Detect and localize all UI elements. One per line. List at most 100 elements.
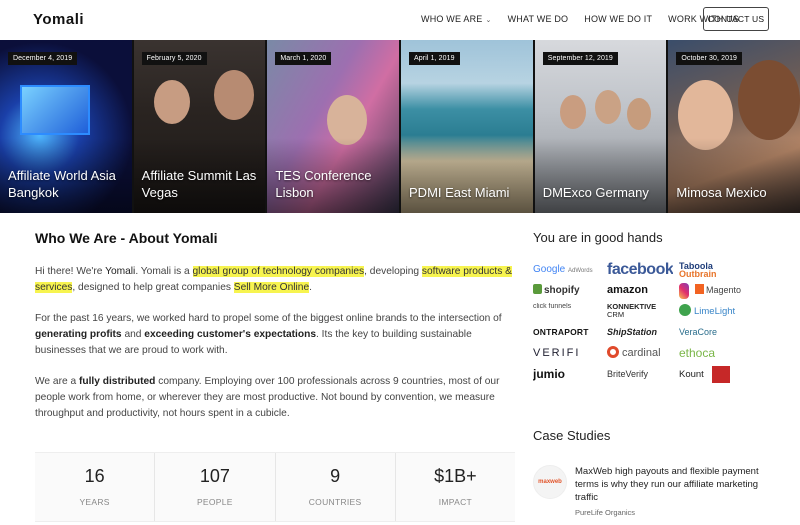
magento-logo: Magento [694,282,741,299]
case-study-text: MaxWeb high payouts and flexible payment… [575,466,759,503]
nav-what-we-do[interactable]: WHAT WE DO [508,14,569,24]
contact-us-button[interactable]: CONTACT US [703,7,769,31]
event-title: DMExco Germany [542,185,649,200]
event-title: TES Conference Lisbon [275,168,372,200]
shopify-logo: shopify [533,282,601,299]
event-date: February 5, 2020 [141,52,207,65]
stat-label: PEOPLE [196,497,233,507]
limelight-icon [679,304,691,316]
cardinal-logo: cardinal [607,345,673,362]
stats-bar: 16 YEARS 107 PEOPLE 9 COUNTRIES $1B+ IMP… [35,452,515,522]
event-date: September 12, 2019 [542,52,618,65]
clickfunnels-logo: click funnels [533,303,572,310]
nav-how-we-do-it[interactable]: HOW WE DO IT [584,14,652,24]
event-card[interactable]: December 4, 2019 Affiliate World Asia Ba… [0,40,132,213]
text-span: and [121,329,145,340]
brand-name: LimeLight [694,306,736,317]
brand-name: Google [533,264,566,275]
stat-label: YEARS [79,497,110,507]
verifi-logo: VERIFI [533,347,581,359]
distributed-paragraph: We are a fully distributed company. Empl… [35,374,515,422]
brand-name: Outbrain [679,269,717,279]
event-card[interactable]: April 1, 2019 PDMI East Miami [401,40,533,213]
text-span: . [309,282,312,293]
event-date: October 30, 2019 [676,52,743,65]
text-span: , developing [364,266,422,277]
stat-value: $1B+ [434,466,477,486]
intro-paragraph: Hi there! We're Yomali. Yomali is a glob… [35,264,515,296]
text-span: , designed to help great companies [72,282,234,293]
brand-name: Kount [679,369,704,380]
yomali-logo[interactable]: Yomali [33,11,84,28]
brand-sub: CRM [607,310,625,319]
text-span: We are a [35,376,79,387]
limelight-logo: LimeLight [679,303,741,320]
good-hands-title: You are in good hands [533,230,663,245]
event-title: PDMI East Miami [409,185,510,200]
client-logos: Google AdWords facebook Taboola Outbrain … [533,261,773,383]
about-section: Who We Are - About Yomali Hi there! We'r… [35,230,515,437]
event-date: March 1, 2020 [275,52,332,65]
maxweb-logo: maxweb [533,465,567,499]
shopify-bag-icon [533,284,542,294]
bold-text: exceeding customer's expectations [144,329,316,340]
stat-label: COUNTRIES [308,497,362,507]
event-date: December 4, 2019 [8,52,78,65]
event-date: April 1, 2019 [409,52,460,65]
instagram-icon [679,282,689,299]
stat-value: 16 [84,466,105,486]
text-span: For the past 16 years, we worked hard to… [35,313,502,324]
event-card[interactable]: October 30, 2019 Mimosa Mexico [668,40,800,213]
cardinal-icon [607,346,619,358]
event-card[interactable]: February 5, 2020 Affiliate Summit Las Ve… [133,40,266,213]
ethoca-logo: ethoca [679,346,716,360]
text-span: . Yomali is a [135,266,193,277]
nav-label: WHO WE ARE [421,14,483,24]
bold-text: generating profits [35,329,122,340]
stat-people: 107 PEOPLE [155,453,276,521]
page-title: Who We Are - About Yomali [35,230,218,246]
stat-label: IMPACT [438,497,473,507]
briteverify-logo: BriteVerify [607,369,649,379]
stat-years: 16 YEARS [35,453,156,521]
ontraport-logo: ONTRAPORT [533,327,589,337]
chevron-down-icon: ⌄ [485,17,492,24]
brand-name: cardinal [622,347,661,359]
brand-name: Magento [705,285,741,295]
nav-who-we-are[interactable]: WHO WE ARE ⌄ [421,14,492,24]
text-span: Yomali [105,266,136,277]
event-card[interactable]: September 12, 2019 DMExco Germany [534,40,667,213]
kount-logo: Kount [679,366,741,383]
sidebar: You are in good hands Google AdWords fac… [533,230,773,383]
red-badge-icon [711,366,730,383]
case-study-source: PureLife Organics [575,508,636,517]
history-paragraph: For the past 16 years, we worked hard to… [35,311,515,359]
event-title: Affiliate Summit Las Vegas [141,168,257,200]
brand-sub: AdWords [568,268,593,274]
case-studies-title: Case Studies [533,428,611,443]
facebook-logo: facebook [607,261,673,278]
brand-name: shopify [544,285,580,296]
highlight-text: global group of technology companies [192,266,365,277]
text-span: Hi there! We're [35,266,106,277]
stat-countries: 9 COUNTRIES [276,453,396,521]
instagram-magento-logos: Magento [679,282,741,299]
jumio-logo: jumio [533,367,565,381]
event-title: Affiliate World Asia Bangkok [8,168,116,200]
google-logo: Google AdWords [533,261,601,278]
stat-value: 9 [330,466,341,486]
event-title: Mimosa Mexico [676,185,767,200]
bold-text: fully distributed [78,376,156,387]
case-study-item[interactable]: maxweb MaxWeb high payouts and flexible … [533,465,773,504]
stat-impact: $1B+ IMPACT [396,453,515,521]
event-card[interactable]: March 1, 2020 TES Conference Lisbon [267,40,400,213]
stat-value: 107 [199,466,230,486]
taboola-outbrain-logo: Taboola Outbrain [679,261,741,279]
highlight-text: Sell More Online [233,282,310,293]
konnektive-logo: KONNEKTIVE CRM [607,303,673,320]
site-header: Yomali WHO WE ARE ⌄ WHAT WE DO HOW WE DO … [0,0,800,40]
veracore-logo: VeraCore [679,327,718,337]
magento-icon [694,284,704,294]
events-carousel: December 4, 2019 Affiliate World Asia Ba… [0,40,800,213]
shipstation-logo: ShipStation [607,327,657,337]
